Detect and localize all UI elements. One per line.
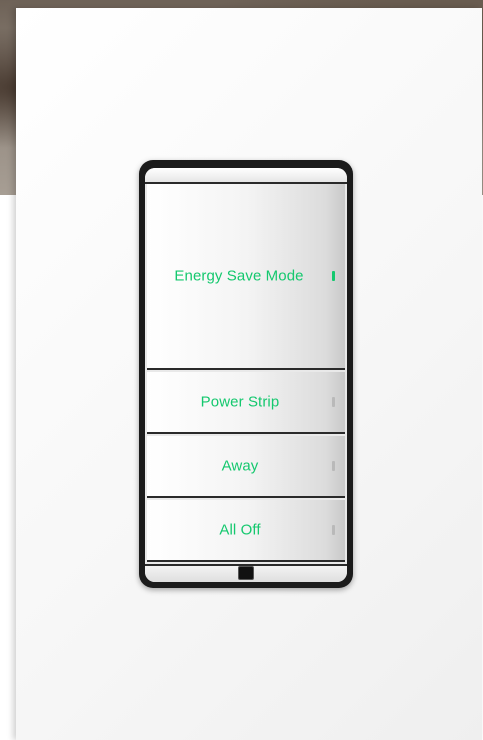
status-led-icon [332,525,335,535]
status-led-icon [332,397,335,407]
keypad-face: Energy Save Mode Power Strip Away All Of… [145,168,347,582]
status-led-icon [332,461,335,471]
away-button[interactable]: Away [147,436,345,498]
all-off-button[interactable]: All Off [147,500,345,562]
ir-sensor-icon [238,566,254,580]
button-label: Energy Save Mode [174,267,304,285]
keypad: Energy Save Mode Power Strip Away All Of… [139,160,353,588]
keypad-top-cap [145,168,347,184]
energy-save-mode-button[interactable]: Energy Save Mode [147,184,345,370]
status-led-icon [332,271,335,281]
power-strip-button[interactable]: Power Strip [147,372,345,434]
button-label: All Off [219,521,261,539]
button-label: Away [221,457,259,475]
button-label: Power Strip [200,393,280,411]
